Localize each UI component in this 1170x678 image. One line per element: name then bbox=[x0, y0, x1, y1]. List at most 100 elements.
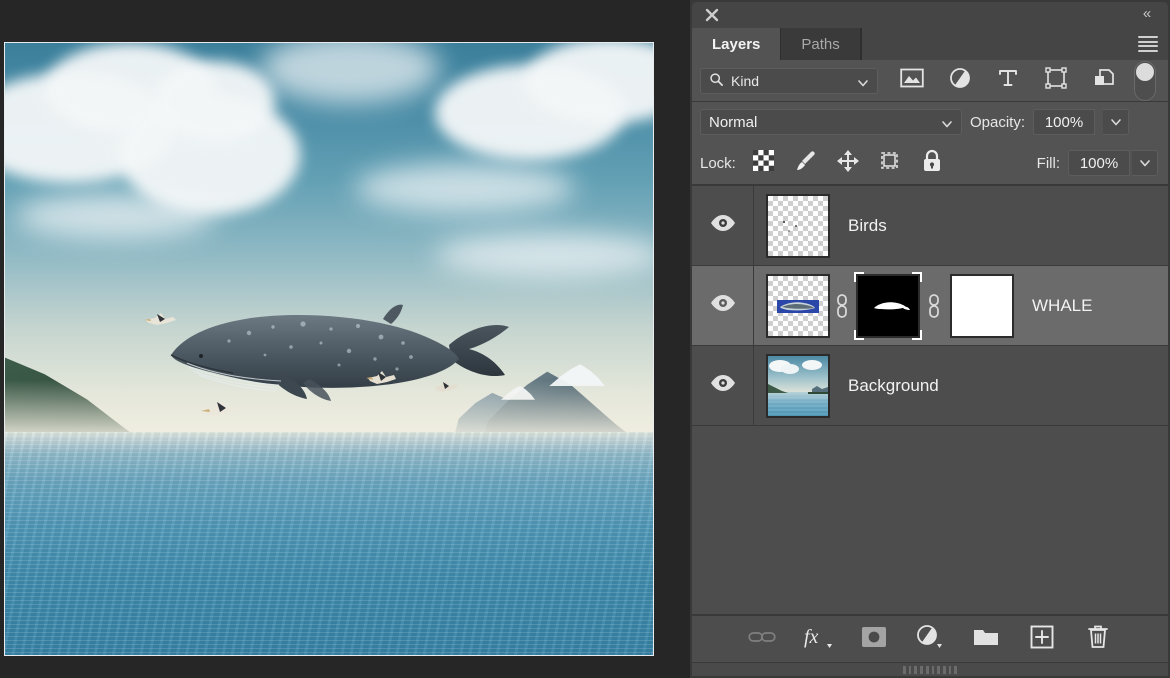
pelican bbox=[201, 398, 239, 420]
artwork bbox=[5, 43, 653, 655]
half-circle-icon bbox=[916, 624, 944, 655]
layer-thumbnail[interactable] bbox=[766, 274, 830, 338]
layer-visibility-toggle[interactable] bbox=[692, 346, 754, 425]
layer-name[interactable]: Birds bbox=[848, 216, 887, 236]
lock-transparent-pixels[interactable] bbox=[744, 147, 784, 179]
selection-corner bbox=[912, 330, 922, 340]
whale-subject bbox=[153, 293, 513, 413]
panel-resize-grip[interactable] bbox=[692, 662, 1168, 676]
vector-mask-thumbnail[interactable] bbox=[950, 274, 1014, 338]
layer-thumbnail[interactable] bbox=[766, 194, 830, 258]
layer-filter-kind-select[interactable]: Kind bbox=[700, 68, 878, 94]
shape-bounds-icon bbox=[1045, 67, 1067, 94]
canvas-area bbox=[0, 0, 690, 678]
mask-link-icon[interactable] bbox=[830, 293, 854, 319]
cloud bbox=[155, 61, 275, 141]
layers-panel: « Layers Paths bbox=[690, 0, 1170, 678]
checkerboard-icon bbox=[753, 150, 774, 176]
lock-image-pixels[interactable] bbox=[786, 147, 826, 179]
blend-mode-value: Normal bbox=[709, 114, 757, 131]
filter-shape-layers[interactable] bbox=[1032, 66, 1080, 96]
tabbar-filler bbox=[861, 28, 1168, 60]
cloud bbox=[15, 193, 215, 239]
new-adjustment-layer-button[interactable] bbox=[915, 624, 945, 654]
layer-thumbnails bbox=[754, 194, 830, 258]
filter-adjustment-layers[interactable] bbox=[936, 66, 984, 96]
plus-square-icon bbox=[1030, 625, 1054, 654]
close-icon[interactable] bbox=[704, 7, 720, 23]
fill-label: Fill: bbox=[1037, 155, 1060, 172]
layer-name[interactable]: WHALE bbox=[1032, 296, 1092, 316]
half-circle-icon bbox=[949, 67, 971, 94]
panel-titlebar: « bbox=[692, 2, 1168, 28]
table-row[interactable]: WHALE bbox=[692, 266, 1168, 346]
layer-mask-selected-frame bbox=[854, 272, 922, 340]
brush-icon bbox=[794, 149, 818, 178]
fill-stepper[interactable] bbox=[1132, 150, 1158, 176]
smart-object-icon bbox=[1093, 67, 1115, 94]
layer-visibility-toggle[interactable] bbox=[692, 266, 754, 345]
eye-icon bbox=[710, 214, 736, 237]
document-canvas[interactable] bbox=[4, 42, 654, 656]
layer-thumbnail[interactable] bbox=[766, 354, 830, 418]
opacity-stepper[interactable] bbox=[1103, 109, 1129, 135]
layer-mask-thumbnail[interactable] bbox=[856, 274, 920, 338]
toggle-knob bbox=[1136, 63, 1154, 81]
delete-layer-button[interactable] bbox=[1083, 624, 1113, 654]
filter-enable-toggle[interactable] bbox=[1134, 61, 1156, 101]
table-row[interactable]: Background bbox=[692, 346, 1168, 426]
cloud bbox=[435, 233, 653, 277]
tab-paths[interactable]: Paths bbox=[781, 28, 860, 60]
fx-icon: fx bbox=[803, 624, 833, 655]
pelican bbox=[365, 370, 397, 390]
selection-corner bbox=[854, 272, 864, 282]
layer-thumbnails bbox=[754, 272, 1014, 340]
lock-row: Lock: bbox=[692, 142, 1168, 186]
layers-bottom-toolbar: fx bbox=[692, 614, 1168, 662]
add-layer-mask-button[interactable] bbox=[859, 624, 889, 654]
table-row[interactable]: Birds bbox=[692, 186, 1168, 266]
move-arrows-icon bbox=[836, 149, 860, 178]
pelican bbox=[433, 380, 459, 396]
mask-circle-icon bbox=[861, 626, 887, 653]
filter-pixel-layers[interactable] bbox=[888, 66, 936, 96]
lock-all[interactable] bbox=[912, 147, 952, 179]
filter-row: Kind bbox=[692, 60, 1168, 102]
vector-mask-link-icon[interactable] bbox=[922, 293, 946, 319]
layer-visibility-toggle[interactable] bbox=[692, 186, 754, 265]
opacity-input[interactable]: 100% bbox=[1033, 109, 1095, 135]
chain-link-icon bbox=[748, 629, 776, 650]
padlock-icon bbox=[921, 149, 943, 178]
tab-layers[interactable]: Layers bbox=[692, 28, 781, 60]
photoshop-window: « Layers Paths bbox=[0, 0, 1170, 678]
layer-thumbnails bbox=[754, 354, 830, 418]
pelican bbox=[143, 311, 177, 331]
selection-corner bbox=[854, 330, 864, 340]
filter-smart-objects[interactable] bbox=[1080, 66, 1128, 96]
folder-icon bbox=[973, 626, 999, 653]
text-t-icon bbox=[997, 67, 1019, 94]
layer-name[interactable]: Background bbox=[848, 376, 939, 396]
image-icon bbox=[900, 68, 924, 93]
lock-artboard-nesting[interactable] bbox=[870, 147, 910, 179]
layer-type-filters bbox=[888, 66, 1128, 96]
link-layers-button[interactable] bbox=[747, 624, 777, 654]
cloud bbox=[355, 163, 575, 213]
hamburger-menu-icon[interactable] bbox=[1138, 36, 1158, 52]
grip-handle[interactable] bbox=[903, 666, 957, 674]
eye-icon bbox=[710, 374, 736, 397]
layer-styles-button[interactable]: fx bbox=[803, 624, 833, 654]
new-layer-button[interactable] bbox=[1027, 624, 1057, 654]
collapse-panel-icon[interactable]: « bbox=[1136, 6, 1156, 22]
filter-type-layers[interactable] bbox=[984, 66, 1032, 96]
blend-mode-select[interactable]: Normal bbox=[700, 109, 962, 135]
lock-position[interactable] bbox=[828, 147, 868, 179]
new-group-button[interactable] bbox=[971, 624, 1001, 654]
panel-tabbar: Layers Paths bbox=[692, 28, 1168, 60]
layer-filter-kind-value: Kind bbox=[731, 73, 759, 89]
layers-list[interactable]: Birds bbox=[692, 186, 1168, 614]
chevron-down-icon bbox=[857, 76, 869, 92]
fill-input[interactable]: 100% bbox=[1068, 150, 1130, 176]
trash-icon bbox=[1086, 624, 1110, 655]
water bbox=[5, 432, 653, 655]
